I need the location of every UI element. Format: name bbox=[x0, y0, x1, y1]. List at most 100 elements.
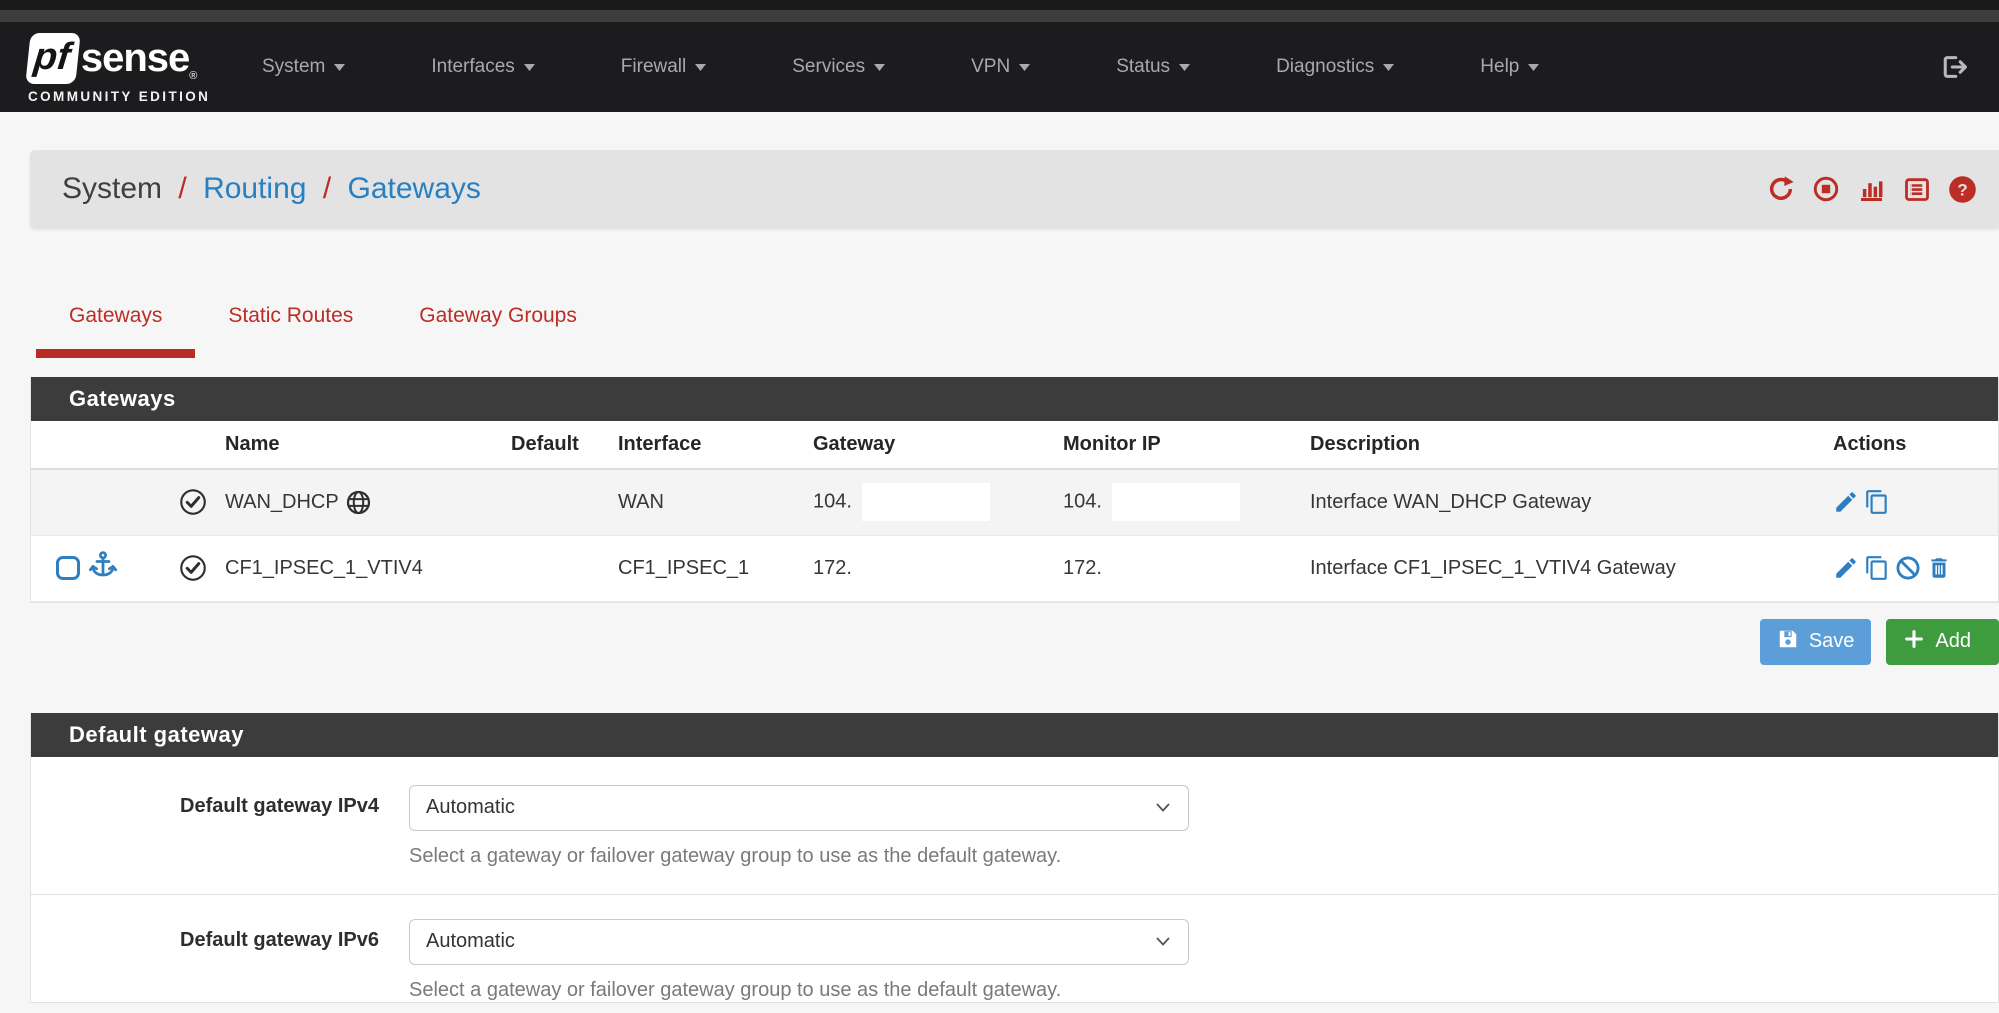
table-header-row: Name Default Interface Gateway Monitor I… bbox=[31, 421, 1998, 469]
save-button-label: Save bbox=[1809, 630, 1855, 653]
edit-icon[interactable] bbox=[1833, 489, 1859, 515]
nav-diagnostics[interactable]: Diagnostics bbox=[1276, 46, 1394, 88]
caret-down-icon bbox=[334, 64, 345, 71]
trash-icon[interactable] bbox=[1926, 555, 1952, 581]
selected-value: Automatic bbox=[426, 930, 515, 953]
copy-icon[interactable] bbox=[1864, 555, 1890, 581]
gateway-default bbox=[501, 469, 608, 535]
routing-tabs: Gateways Static Routes Gateway Groups bbox=[36, 286, 1999, 358]
breadcrumb-routing-link[interactable]: Routing bbox=[203, 172, 306, 205]
logo-registered-mark: ® bbox=[189, 70, 197, 82]
col-default: Default bbox=[501, 421, 608, 469]
edit-icon[interactable] bbox=[1833, 555, 1859, 581]
gateway-interface: CF1_IPSEC_1 bbox=[608, 535, 803, 601]
tab-gateways-label: Gateways bbox=[69, 304, 162, 327]
col-actions: Actions bbox=[1823, 421, 1998, 469]
log-list-icon[interactable] bbox=[1903, 175, 1931, 203]
gateway-address: 104. bbox=[813, 491, 852, 513]
main-menu: System Interfaces Firewall Services VPN … bbox=[262, 46, 1939, 88]
sign-out-icon[interactable] bbox=[1939, 53, 1969, 81]
nav-status-label: Status bbox=[1116, 56, 1170, 78]
gateways-table: Name Default Interface Gateway Monitor I… bbox=[31, 421, 1998, 602]
col-interface: Interface bbox=[608, 421, 803, 469]
copy-icon[interactable] bbox=[1864, 489, 1890, 515]
breadcrumb-system: System bbox=[62, 172, 162, 205]
square-icon[interactable] bbox=[56, 556, 80, 580]
refresh-icon[interactable] bbox=[1767, 175, 1795, 203]
save-icon bbox=[1777, 628, 1799, 656]
caret-down-icon bbox=[695, 64, 706, 71]
gateway-default bbox=[501, 535, 608, 601]
nav-services-label: Services bbox=[792, 56, 865, 78]
gateways-panel-title: Gateways bbox=[31, 377, 1998, 421]
gateway-description: Interface CF1_IPSEC_1_VTIV4 Gateway bbox=[1300, 535, 1823, 601]
pfsense-app: pf sense ® COMMUNITY EDITION System Inte… bbox=[0, 0, 1999, 1013]
logo-pf-badge: pf bbox=[25, 33, 80, 84]
gateway-description: Interface WAN_DHCP Gateway bbox=[1300, 469, 1823, 535]
default-gateway-ipv6-label: Default gateway IPv6 bbox=[31, 919, 379, 1002]
default-gateway-ipv6-help: Select a gateway or failover gateway gro… bbox=[409, 979, 1189, 1002]
help-icon[interactable]: ? bbox=[1948, 175, 1977, 204]
pfsense-logo[interactable]: pf sense ® COMMUNITY EDITION bbox=[28, 33, 224, 104]
svg-text:?: ? bbox=[1957, 180, 1967, 199]
tab-static-routes[interactable]: Static Routes bbox=[195, 286, 386, 358]
nav-services[interactable]: Services bbox=[792, 46, 885, 88]
tab-gateways[interactable]: Gateways bbox=[36, 286, 195, 358]
table-row-wan-dhcp: WAN_DHCP WAN 104. 104. Interface WAN_DHC… bbox=[31, 469, 1998, 535]
default-gateway-ipv4-help: Select a gateway or failover gateway gro… bbox=[409, 845, 1189, 868]
anchor-icon bbox=[88, 550, 118, 586]
stop-circle-icon[interactable] bbox=[1812, 175, 1840, 203]
gateway-interface: WAN bbox=[608, 469, 803, 535]
nav-interfaces[interactable]: Interfaces bbox=[431, 46, 534, 88]
gateway-name: WAN_DHCP bbox=[225, 491, 339, 514]
add-button-label: Add bbox=[1935, 630, 1971, 653]
globe-icon bbox=[345, 489, 372, 516]
form-row-ipv6: Default gateway IPv6 Automatic Select a … bbox=[31, 894, 1998, 1002]
top-navbar: pf sense ® COMMUNITY EDITION System Inte… bbox=[0, 22, 1999, 112]
nav-system[interactable]: System bbox=[262, 46, 345, 88]
default-gateway-ipv6-select[interactable]: Automatic bbox=[409, 919, 1189, 965]
page-action-icons: ? bbox=[1767, 175, 1977, 204]
nav-vpn-label: VPN bbox=[971, 56, 1010, 78]
breadcrumb: System / Routing / Gateways bbox=[62, 172, 481, 206]
selected-value: Automatic bbox=[426, 796, 515, 819]
nav-help[interactable]: Help bbox=[1480, 46, 1539, 88]
nav-firewall[interactable]: Firewall bbox=[621, 46, 706, 88]
nav-help-label: Help bbox=[1480, 56, 1519, 78]
nav-status[interactable]: Status bbox=[1116, 46, 1190, 88]
window-top-edge bbox=[0, 0, 1999, 10]
caret-down-icon bbox=[1528, 64, 1539, 71]
nav-diagnostics-label: Diagnostics bbox=[1276, 56, 1374, 78]
tab-gateway-groups-label: Gateway Groups bbox=[419, 304, 577, 327]
nav-vpn[interactable]: VPN bbox=[971, 46, 1030, 88]
nav-firewall-label: Firewall bbox=[621, 56, 686, 78]
col-gateway: Gateway bbox=[803, 421, 1053, 469]
col-monitor-ip: Monitor IP bbox=[1053, 421, 1300, 469]
default-gateway-panel-title: Default gateway bbox=[31, 713, 1998, 757]
gateways-panel: Gateways Name Default Interface Gateway … bbox=[30, 377, 1999, 603]
nav-system-label: System bbox=[262, 56, 325, 78]
col-description: Description bbox=[1300, 421, 1823, 469]
caret-down-icon bbox=[1383, 64, 1394, 71]
logo-sense-text: sense bbox=[81, 36, 189, 81]
redacted-ip bbox=[1112, 483, 1240, 521]
redacted-ip bbox=[862, 483, 990, 521]
ban-icon[interactable] bbox=[1895, 555, 1921, 581]
gateway-address: 172. bbox=[803, 535, 1053, 601]
breadcrumb-bar: System / Routing / Gateways ? bbox=[30, 150, 1999, 228]
caret-down-icon bbox=[1179, 64, 1190, 71]
logo-subtitle: COMMUNITY EDITION bbox=[28, 89, 224, 104]
breadcrumb-gateways-link[interactable]: Gateways bbox=[348, 172, 481, 205]
tab-gateway-groups[interactable]: Gateway Groups bbox=[386, 286, 610, 358]
col-name: Name bbox=[225, 421, 501, 469]
add-button[interactable]: Add bbox=[1886, 619, 1999, 665]
form-row-ipv4: Default gateway IPv4 Automatic Select a … bbox=[31, 757, 1998, 868]
save-button[interactable]: Save bbox=[1760, 619, 1872, 665]
tab-static-routes-label: Static Routes bbox=[228, 304, 353, 327]
monitor-ip: 172. bbox=[1053, 535, 1300, 601]
bar-chart-icon[interactable] bbox=[1857, 175, 1886, 203]
check-circle-icon bbox=[178, 553, 208, 583]
default-gateway-panel: Default gateway Default gateway IPv4 Aut… bbox=[30, 713, 1999, 1003]
chevron-down-icon bbox=[1156, 803, 1170, 812]
default-gateway-ipv4-select[interactable]: Automatic bbox=[409, 785, 1189, 831]
